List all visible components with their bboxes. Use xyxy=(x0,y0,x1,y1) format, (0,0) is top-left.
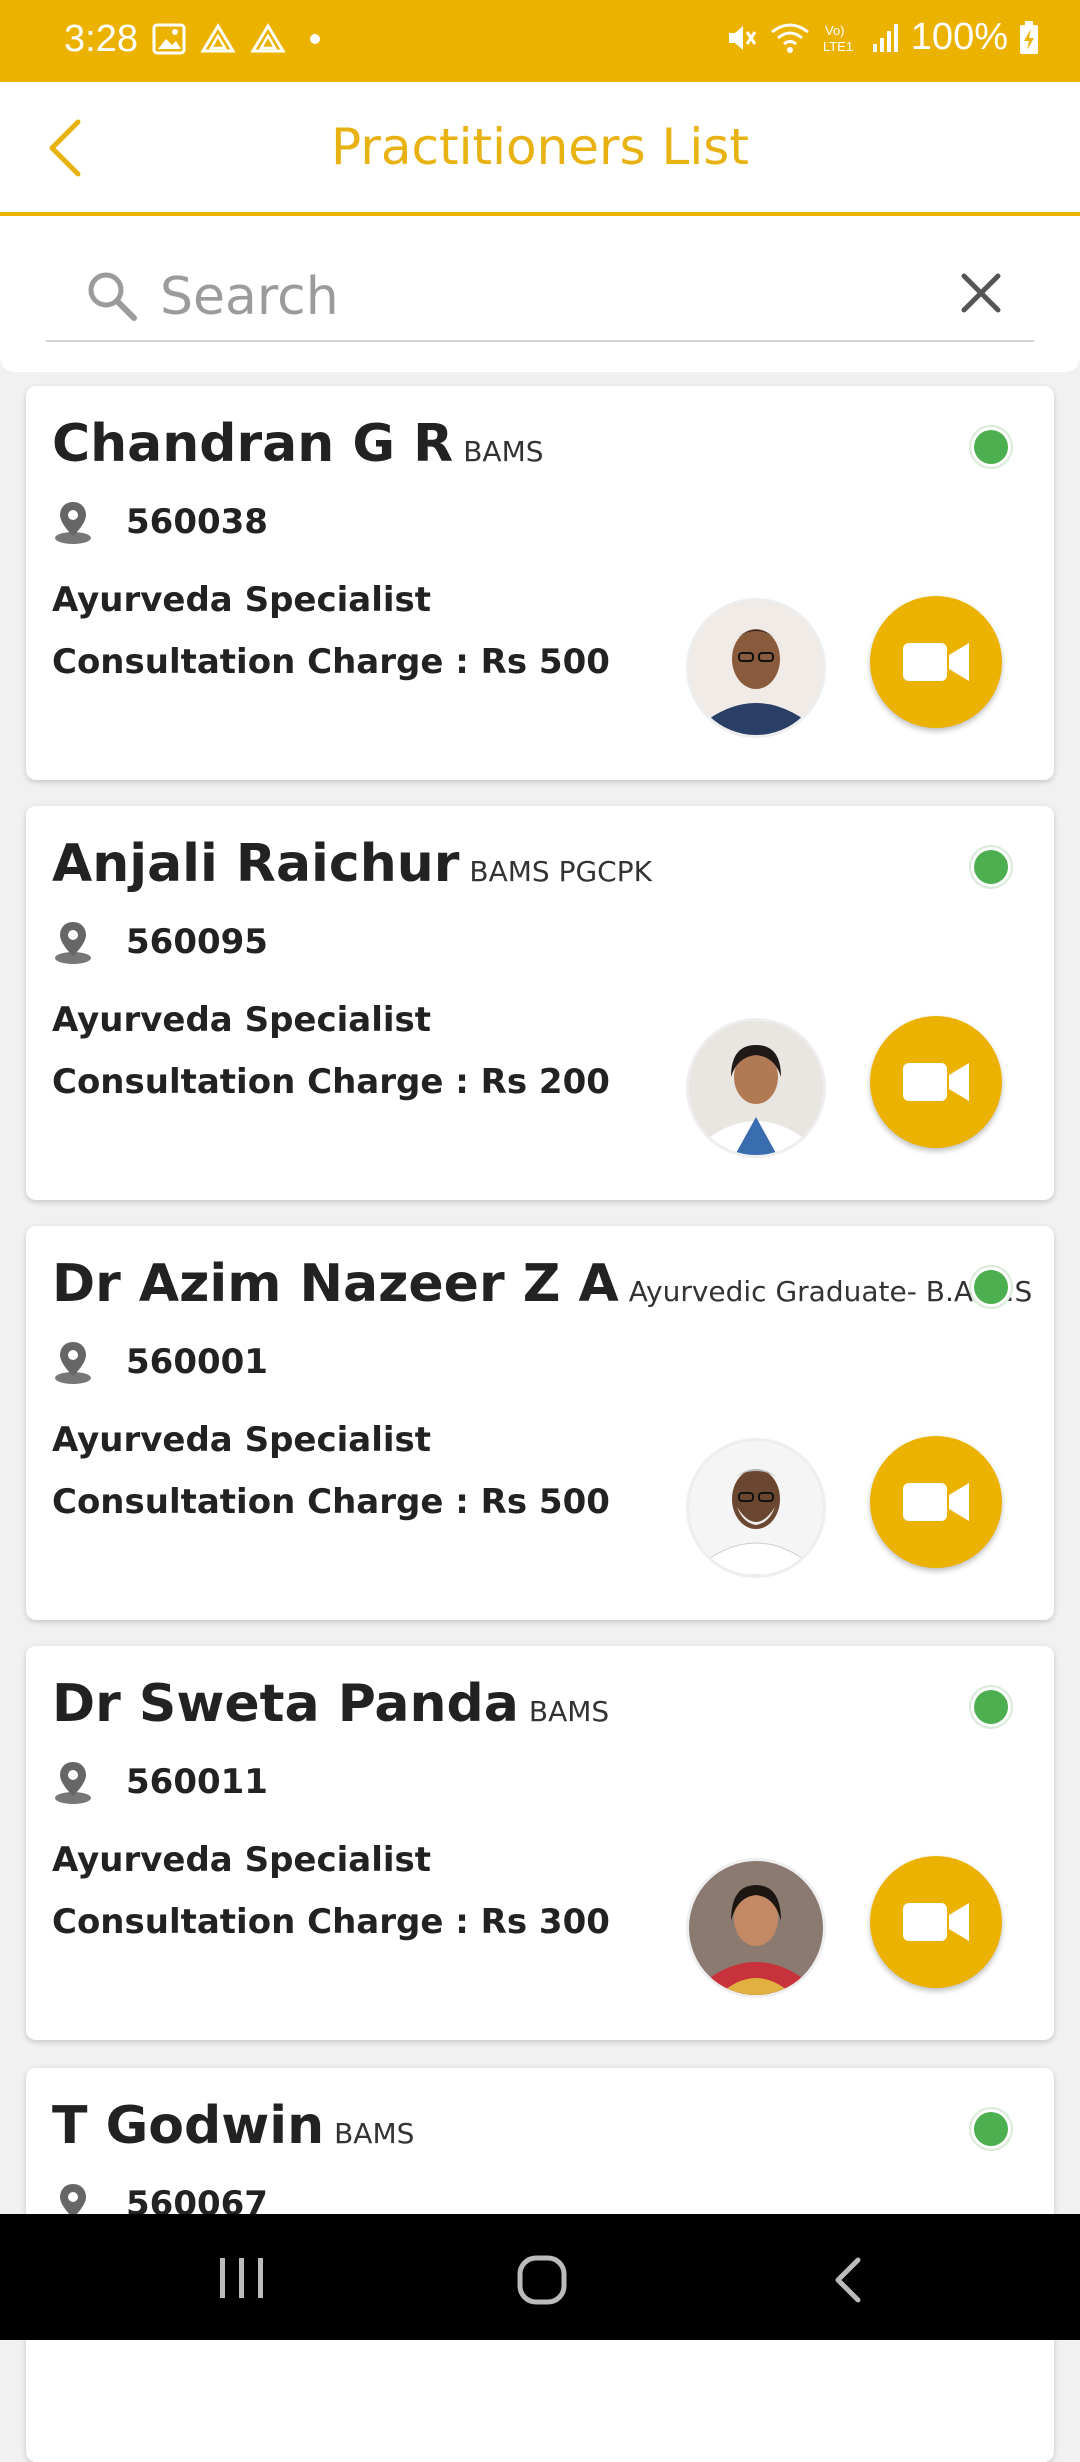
notification-icons xyxy=(152,22,330,56)
pincode: 560095 xyxy=(126,922,268,962)
close-icon xyxy=(961,273,1001,313)
svg-text:Vo): Vo) xyxy=(825,23,845,38)
clear-search-button[interactable] xyxy=(958,270,1004,320)
location-pin-icon xyxy=(55,1762,91,1804)
consultation-charge: Consultation Charge : Rs 300 xyxy=(52,1902,610,1942)
specialty: Ayurveda Specialist xyxy=(52,580,432,620)
pincode: 560038 xyxy=(126,502,268,542)
practitioner-qualification: BAMS xyxy=(528,1695,610,1728)
practitioner-card[interactable]: Dr Sweta Panda BAMS 560011 Ayurveda Speci… xyxy=(26,1646,1054,2040)
practitioner-name: Dr Sweta Panda xyxy=(52,1674,519,1734)
consultation-charge: Consultation Charge : Rs 500 xyxy=(52,1482,610,1522)
practitioner-name: Dr Azim Nazeer Z A xyxy=(52,1254,619,1314)
practitioner-avatar xyxy=(686,1858,826,1998)
home-icon xyxy=(517,2255,567,2305)
video-camera-icon xyxy=(903,1903,969,1941)
practitioner-qualification: BAMS PGCPK xyxy=(469,855,652,888)
online-status-indicator xyxy=(970,2108,1012,2150)
practitioner-name-row: Anjali Raichur BAMS PGCPK xyxy=(52,834,652,894)
search-box xyxy=(46,240,1034,342)
practitioner-name-row: Dr Sweta Panda BAMS xyxy=(52,1674,609,1734)
wifi-icon xyxy=(770,23,809,53)
practitioner-card[interactable]: Anjali Raichur BAMS PGCPK 560095 Ayurveda… xyxy=(26,806,1054,1200)
mute-icon xyxy=(728,25,757,50)
drive-icon xyxy=(250,23,286,53)
system-nav-bar xyxy=(0,2214,1080,2340)
pincode: 560001 xyxy=(126,1342,268,1382)
practitioner-name: Anjali Raichur xyxy=(52,834,460,894)
consultation-charge: Consultation Charge : Rs 200 xyxy=(52,1062,610,1102)
status-indicators: Vo) LTE1 100% xyxy=(723,16,1040,59)
app-header: Practitioners List xyxy=(0,82,1080,216)
specialty: Ayurveda Specialist xyxy=(52,1000,432,1040)
online-status-indicator xyxy=(970,1266,1012,1308)
status-time: 3:28 xyxy=(64,18,138,60)
video-camera-icon xyxy=(903,1063,969,1101)
practitioner-name: Chandran G R xyxy=(52,414,454,474)
search-icon xyxy=(88,272,137,321)
practitioner-name: T Godwin xyxy=(52,2096,325,2156)
home-button[interactable] xyxy=(516,2254,568,2310)
video-camera-icon xyxy=(903,643,969,681)
location-pin-icon xyxy=(55,1342,91,1384)
gallery-icon xyxy=(152,23,186,55)
recent-apps-icon xyxy=(220,2258,263,2298)
recent-apps-button[interactable] xyxy=(214,2254,270,2306)
video-call-button[interactable] xyxy=(870,1016,1002,1148)
practitioner-card[interactable]: Chandran G R BAMS 560038 Ayurveda Special… xyxy=(26,386,1054,780)
back-nav-button[interactable] xyxy=(828,2254,868,2310)
back-icon xyxy=(835,2257,861,2303)
video-camera-icon xyxy=(903,1483,969,1521)
drive-icon xyxy=(200,23,236,53)
practitioner-avatar xyxy=(686,598,826,738)
video-call-button[interactable] xyxy=(870,596,1002,728)
location-pin-icon xyxy=(55,922,91,964)
battery-percent: 100% xyxy=(910,16,1008,58)
page-title: Practitioners List xyxy=(331,118,749,176)
status-bar: 3:28 Vo) LTE1 100% xyxy=(0,0,1080,82)
practitioner-name-row: Chandran G R BAMS xyxy=(52,414,544,474)
specialty: Ayurveda Specialist xyxy=(52,1420,432,1460)
specialty: Ayurveda Specialist xyxy=(52,1840,432,1880)
video-call-button[interactable] xyxy=(870,1856,1002,1988)
search-bar xyxy=(0,216,1080,372)
online-status-indicator xyxy=(970,846,1012,888)
practitioner-qualification: BAMS xyxy=(334,2117,415,2150)
practitioner-qualification: BAMS xyxy=(463,435,544,468)
svg-text:LTE1: LTE1 xyxy=(823,39,853,54)
signal-icon xyxy=(872,23,898,52)
pincode: 560011 xyxy=(126,1762,268,1802)
location-pin-icon xyxy=(55,502,91,544)
practitioner-avatar xyxy=(686,1438,826,1578)
consultation-charge: Consultation Charge : Rs 500 xyxy=(52,642,610,682)
dot-icon xyxy=(310,34,320,44)
video-call-button[interactable] xyxy=(870,1436,1002,1568)
practitioner-card[interactable]: Dr Azim Nazeer Z A Ayurvedic Graduate- B.… xyxy=(26,1226,1054,1620)
battery-charging-icon xyxy=(1020,20,1038,54)
practitioner-name-row: T Godwin BAMS xyxy=(52,2096,414,2156)
online-status-indicator xyxy=(970,426,1012,468)
online-status-indicator xyxy=(970,1686,1012,1728)
volte-icon: Vo)LTE1 xyxy=(823,23,853,54)
search-input[interactable] xyxy=(158,268,882,326)
practitioner-name-row: Dr Azim Nazeer Z A Ayurvedic Graduate- B.… xyxy=(52,1254,1032,1314)
practitioner-avatar xyxy=(686,1018,826,1158)
